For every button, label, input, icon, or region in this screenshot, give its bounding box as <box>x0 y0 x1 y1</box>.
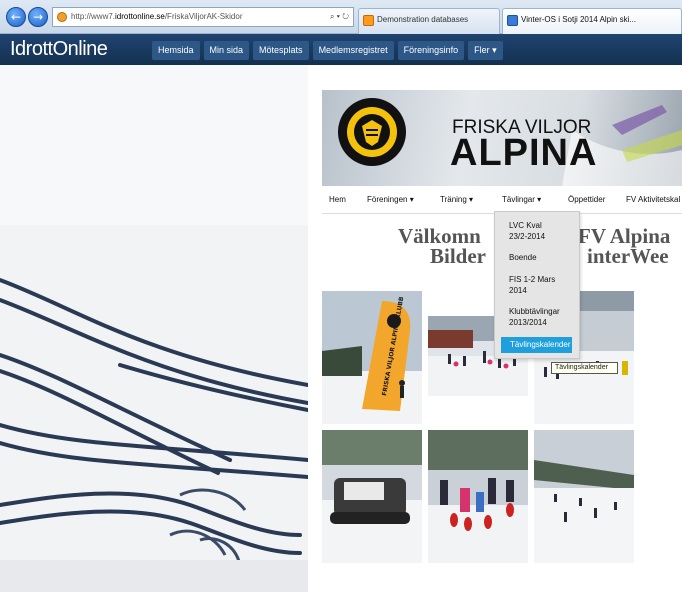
photo-ski-hill[interactable] <box>534 430 634 563</box>
top-nav: Hemsida Min sida Mötesplats Medlemsregis… <box>152 41 503 60</box>
tooltip: Tävlingskalender <box>551 362 618 374</box>
club-nav-tavlingar[interactable]: Tävlingar ▾ <box>502 195 541 204</box>
top-nav-foreningsinfo[interactable]: Föreningsinfo <box>397 41 465 60</box>
club-nav-oppettider[interactable]: Öppettider <box>568 195 605 204</box>
photo-snow-vehicle[interactable] <box>322 430 422 563</box>
tavlingar-dropdown-menu: LVC Kval 23/2-2014 Boende FIS 1-2 Mars 2… <box>494 211 580 359</box>
tab-label: Demonstration databases <box>377 15 469 24</box>
back-button[interactable]: ← <box>6 7 26 27</box>
address-domain: idrottonline.se <box>115 12 165 21</box>
photo-kids-snowshoes-image <box>428 430 528 563</box>
dropdown-item-line: 23/2-2014 <box>509 232 546 241</box>
browser-tab-demonstration[interactable]: Demonstration databases <box>358 8 500 34</box>
dropdown-item-line: Klubbtävlingar <box>509 307 560 316</box>
welcome-subheading-left: Bilder <box>430 244 486 268</box>
address-prefix: http://www7. <box>71 12 116 21</box>
arrow-right-icon: → <box>32 10 44 24</box>
arrow-left-icon: ← <box>10 10 22 24</box>
browser-toolbar: ← → http://www7.idrottonline.se/FriskaVi… <box>0 0 682 34</box>
dropdown-item-klubbtavlingar[interactable]: Klubbtävlingar 2013/2014 <box>509 306 575 328</box>
dropdown-item-lvc-kval[interactable]: LVC Kval 23/2-2014 <box>509 220 575 242</box>
top-nav-motesplats[interactable]: Mötesplats <box>253 41 309 60</box>
top-nav-fler[interactable]: Fler ▾ <box>468 41 503 60</box>
ski-tracks-image <box>0 65 308 592</box>
club-nav-hem[interactable]: Hem <box>329 195 346 204</box>
club-nav-fv-aktivitetskalender[interactable]: FV Aktivitetskal <box>626 195 680 204</box>
site-logo[interactable]: IdrottOnline <box>10 38 108 61</box>
address-bar[interactable]: http://www7.idrottonline.se/FriskaViljor… <box>52 7 354 27</box>
photo-ski-hill-image <box>534 430 634 563</box>
top-nav-min-sida[interactable]: Min sida <box>203 41 250 60</box>
tab-label: Vinter-OS i Sotji 2014 Alpin ski... <box>521 15 637 24</box>
dropdown-item-fis[interactable]: FIS 1-2 Mars 2014 <box>509 274 575 296</box>
dropdown-item-boende[interactable]: Boende <box>509 252 575 263</box>
tab-favicon-icon <box>507 15 518 26</box>
dropdown-item-line: LVC Kval <box>509 221 542 230</box>
site-header: IdrottOnline Hemsida Min sida Mötesplats… <box>0 34 682 65</box>
photo-snow-vehicle-image <box>322 430 422 563</box>
photo-kids-snowshoes[interactable] <box>428 430 528 563</box>
address-path: /FriskaViljorAK-Skidor <box>164 12 243 21</box>
club-nav-traning[interactable]: Träning ▾ <box>440 195 473 204</box>
dropdown-item-line: FIS 1-2 Mars <box>509 275 556 284</box>
dropdown-item-tavlingskalender[interactable]: Tävlingskalender <box>501 337 572 353</box>
address-controls[interactable]: ⌕ ▾ ↻ <box>330 8 349 26</box>
photo-flag[interactable]: FRISKA VILJOR ALPINA KLUBB <box>322 291 422 424</box>
ski-tracks-background-image <box>0 65 308 592</box>
welcome-subheading-right: interWee <box>587 244 669 268</box>
browser-tab-vinter-os[interactable]: Vinter-OS i Sotji 2014 Alpin ski... <box>502 8 682 34</box>
dropdown-item-line: 2013/2014 <box>509 318 547 327</box>
top-nav-medlemsregistret[interactable]: Medlemsregistret <box>312 41 394 60</box>
club-name-line2: ALPINA <box>450 132 598 174</box>
dropdown-item-line: 2014 <box>509 286 527 295</box>
tab-favicon-icon <box>363 15 374 26</box>
top-nav-hemsida[interactable]: Hemsida <box>152 41 200 60</box>
favicon-icon <box>57 12 67 22</box>
club-banner: FRISKA VILJOR ALPINA <box>322 90 682 186</box>
photo-flag-image: FRISKA VILJOR ALPINA KLUBB <box>322 291 422 424</box>
club-nav-foreningen[interactable]: Föreningen ▾ <box>367 195 414 204</box>
forward-button[interactable]: → <box>28 7 48 27</box>
dropdown-item-line: Boende <box>509 253 537 262</box>
club-nav: Hem Föreningen ▾ Träning ▾ Tävlingar ▾ Ö… <box>322 187 682 214</box>
